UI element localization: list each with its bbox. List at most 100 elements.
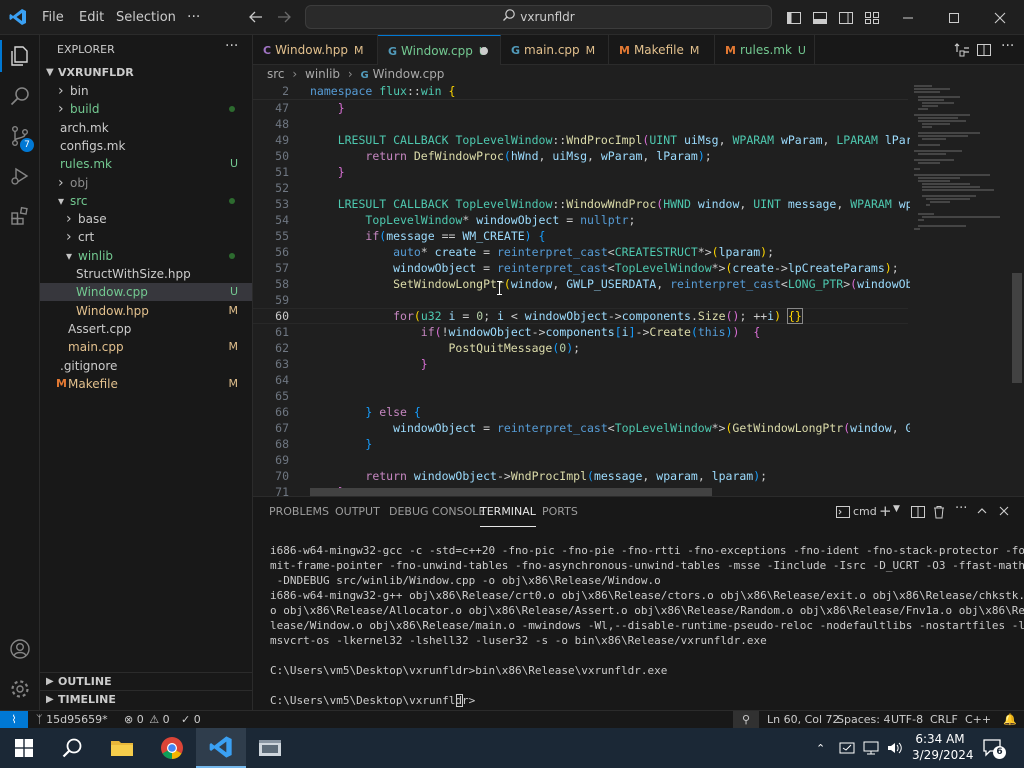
tree-item-winlib[interactable]: ▾ winlib	[40, 247, 252, 265]
customize-layout-icon[interactable]	[864, 10, 880, 26]
line-ending[interactable]: CRLF	[930, 711, 958, 728]
toggle-primary-sidebar-icon[interactable]	[786, 10, 802, 26]
tree-item-crt[interactable]: › crt	[40, 228, 252, 246]
compare-changes-icon[interactable]	[954, 42, 970, 58]
notification-center-icon[interactable]: 6	[982, 738, 1006, 759]
breadcrumb-src[interactable]: src	[267, 67, 285, 81]
tree-item-makefile[interactable]: M Makefile M	[40, 375, 252, 393]
workspace-root[interactable]: ▼ VXRUNFLDR	[40, 64, 252, 82]
timeline-section[interactable]: ▶ TIMELINE	[40, 690, 252, 708]
search-view-icon[interactable]	[0, 76, 40, 116]
activity-bar: 7	[0, 35, 40, 710]
source-control-icon[interactable]: 7	[0, 116, 40, 156]
line-number: 64	[275, 373, 289, 387]
terminal-name[interactable]: cmd	[853, 505, 877, 518]
explorer-icon[interactable]	[0, 36, 40, 76]
panel-more-icon[interactable]: ···	[955, 501, 967, 516]
command-center-search[interactable]: vxrunfldr	[305, 5, 772, 29]
new-terminal-icon[interactable]: +	[879, 502, 892, 520]
run-debug-icon[interactable]	[0, 156, 40, 196]
tree-item-window-cpp[interactable]: Window.cpp U	[40, 283, 252, 302]
vscode-taskbar-icon[interactable]	[196, 728, 246, 768]
chrome-icon[interactable]	[148, 728, 196, 768]
branch-indicator[interactable]: ᛉ 15d95659*	[36, 711, 108, 728]
tree-item-label: configs.mk	[60, 138, 126, 153]
forward-arrow-icon[interactable]	[276, 9, 292, 25]
zoom-icon[interactable]: ⚲	[733, 711, 759, 728]
breadcrumb-window-cpp[interactable]: Window.cpp	[373, 67, 445, 81]
settings-gear-icon[interactable]	[0, 669, 40, 709]
panel-tab-output[interactable]: OUTPUT	[335, 497, 380, 527]
explorer-more-icon[interactable]: ···	[225, 38, 238, 54]
code-editor[interactable]: 2 47 48 49 50 51 52 53 54 55 56 57 58 59 60 61 62 63 64 65 6…	[253, 83, 1024, 496]
panel-tab-terminal[interactable]: TERMINAL	[480, 497, 536, 527]
menu-selection[interactable]: Selection	[110, 0, 182, 35]
problems-indicator[interactable]: ⊗ 0 ⚠ 0	[124, 711, 170, 728]
tab-rules-mk[interactable]: Mrules.mk U	[715, 35, 815, 65]
tree-item-structwithsize-hpp[interactable]: StructWithSize.hpp	[40, 265, 252, 283]
tree-item-label: winlib	[78, 248, 114, 263]
maximize-panel-icon[interactable]	[976, 505, 988, 517]
breadcrumb-winlib[interactable]: winlib	[305, 67, 340, 81]
windows-start-icon[interactable]	[0, 728, 48, 768]
tray-chevron-up-icon[interactable]: ⌃	[816, 742, 825, 755]
tab-makefile[interactable]: M Makefile M	[609, 35, 715, 65]
tray-security-icon[interactable]	[838, 739, 856, 757]
panel-tab-ports[interactable]: PORTS	[542, 497, 578, 527]
tree-item-window-hpp[interactable]: Window.hpp M	[40, 302, 252, 320]
split-terminal-icon[interactable]	[911, 505, 925, 519]
encoding[interactable]: UTF-8	[891, 711, 923, 728]
ports-indicator[interactable]: ✓ 0	[181, 711, 201, 728]
tree-item-main-cpp[interactable]: main.cpp M	[40, 338, 252, 356]
tab-window-hpp[interactable]: C Window.hpp M	[253, 35, 378, 65]
editor-more-icon[interactable]: ···	[1001, 38, 1014, 54]
tree-item-rules-mk[interactable]: rules.mk U	[40, 155, 252, 173]
clock[interactable]: 6:34 AM 3/29/2024	[912, 731, 974, 763]
taskbar-search-icon[interactable]	[48, 728, 96, 768]
unsaved-dot-icon[interactable]	[480, 47, 488, 55]
toggle-secondary-sidebar-icon[interactable]	[838, 10, 854, 26]
tree-item-gitignore[interactable]: .gitignore	[40, 357, 252, 375]
minimap[interactable]	[910, 83, 1008, 496]
tree-item-bin[interactable]: › bin	[40, 82, 252, 100]
cursor-position[interactable]: Ln 60, Col 72	[767, 711, 840, 728]
trash-icon[interactable]	[932, 505, 946, 519]
panel-tab-debug-console[interactable]: DEBUG CONSOLE	[389, 497, 485, 527]
notifications-bell-icon[interactable]: 🔔	[1003, 711, 1017, 728]
tree-item-configs-mk[interactable]: configs.mk	[40, 137, 252, 155]
remote-indicator-icon[interactable]: ⌇	[0, 711, 28, 728]
tab-main-cpp[interactable]: Gmain.cpp M	[501, 35, 609, 65]
language-mode[interactable]: C++	[965, 711, 991, 728]
indentation[interactable]: Spaces: 4	[837, 711, 890, 728]
editor-scrollbar-thumb[interactable]	[1012, 273, 1022, 383]
tree-item-build[interactable]: › build	[40, 100, 252, 118]
terminal-app-icon[interactable]	[246, 728, 294, 768]
maximize-button[interactable]	[931, 0, 977, 35]
tree-item-assert-cpp[interactable]: Assert.cpp	[40, 320, 252, 338]
tree-item-arch-mk[interactable]: arch.mk	[40, 119, 252, 137]
back-arrow-icon[interactable]	[248, 9, 264, 25]
minimize-button[interactable]	[885, 0, 931, 35]
accounts-icon[interactable]	[0, 629, 40, 669]
toggle-panel-icon[interactable]	[812, 10, 828, 26]
close-window-button[interactable]	[977, 0, 1023, 35]
tab-window-cpp[interactable]: GWindow.cppU	[378, 35, 501, 65]
chevron-right-icon: ›	[58, 83, 64, 99]
tray-volume-icon[interactable]	[886, 739, 904, 757]
tree-item-src[interactable]: ▾ src	[40, 192, 252, 210]
horizontal-scrollbar-thumb[interactable]	[310, 488, 712, 496]
chevron-down-icon[interactable]: ▼	[893, 504, 900, 514]
outline-section[interactable]: ▶ OUTLINE	[40, 672, 252, 690]
menu-edit[interactable]: Edit	[73, 0, 110, 35]
split-editor-icon[interactable]	[976, 42, 992, 58]
tree-item-obj[interactable]: › obj	[40, 174, 252, 192]
tray-network-icon[interactable]	[862, 739, 880, 757]
tree-item-base[interactable]: › base	[40, 210, 252, 228]
panel-tab-problems[interactable]: PROBLEMS	[269, 497, 329, 527]
extensions-icon[interactable]	[0, 196, 40, 236]
menu-more[interactable]: ···	[181, 0, 206, 35]
git-status-badge: U	[229, 157, 238, 171]
menu-file[interactable]: File	[36, 0, 70, 35]
file-explorer-icon[interactable]	[98, 728, 146, 768]
close-panel-icon[interactable]	[998, 505, 1010, 517]
